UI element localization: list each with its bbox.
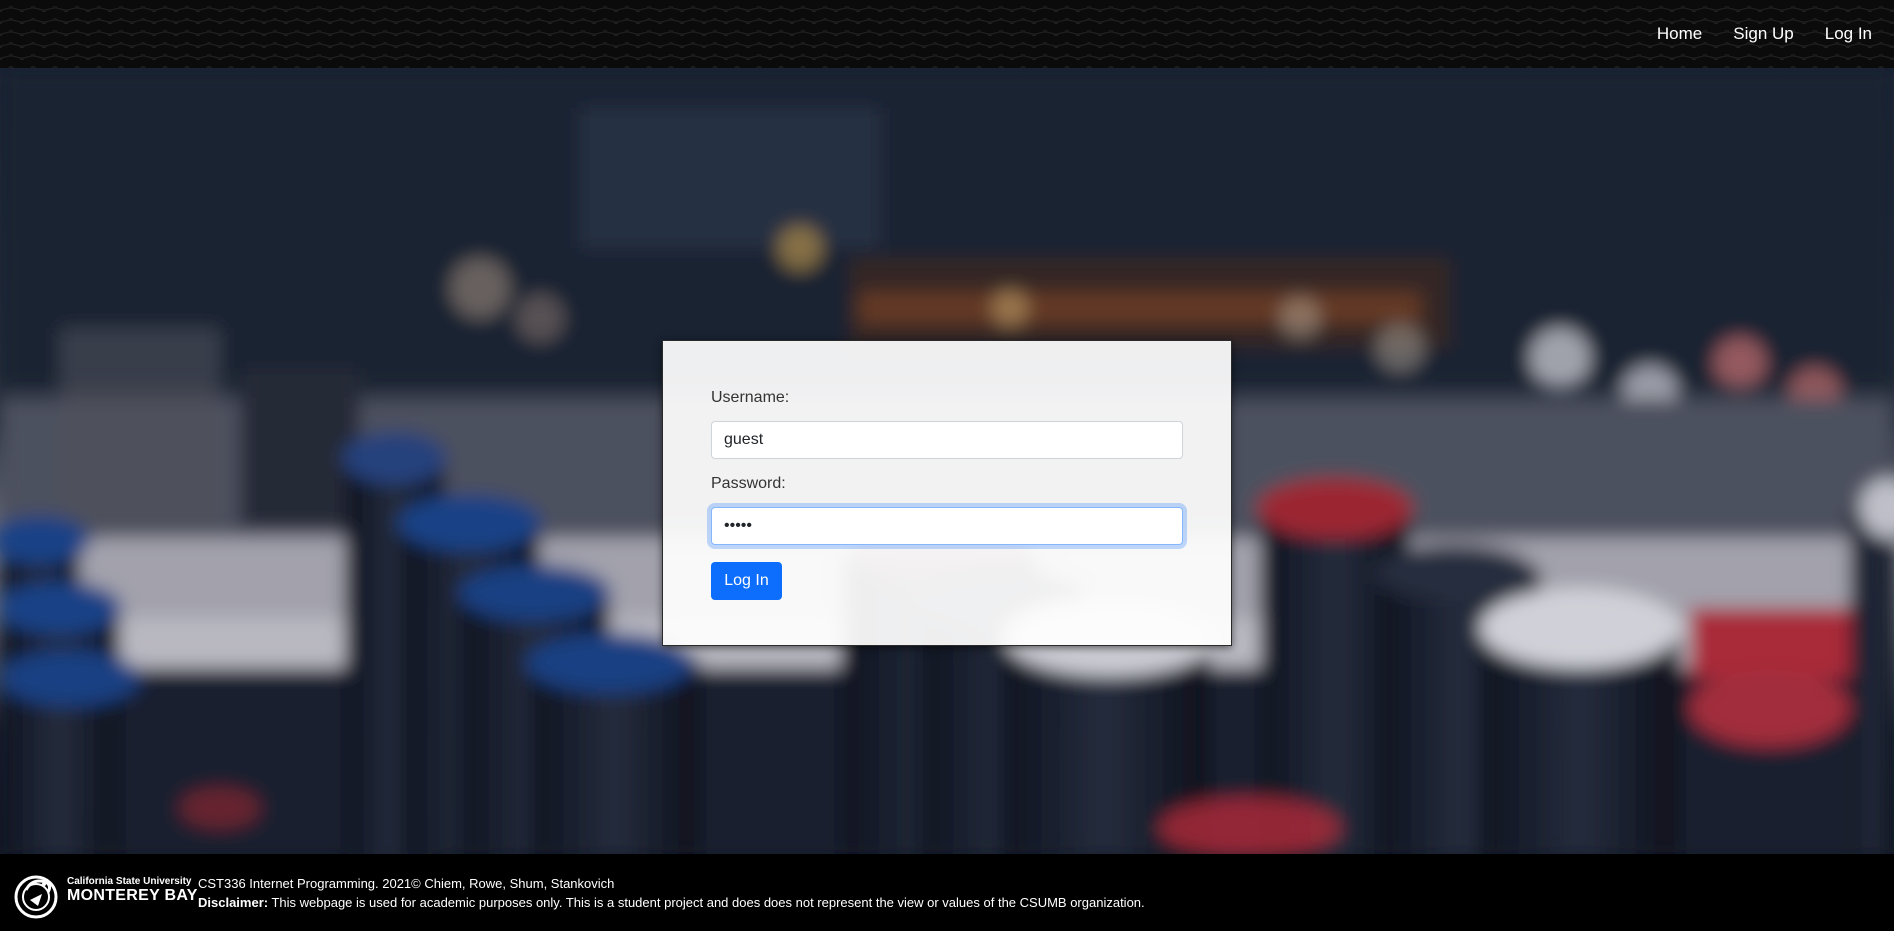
- username-input[interactable]: [711, 421, 1183, 459]
- username-label: Username:: [711, 389, 790, 406]
- login-submit-button[interactable]: Log In: [711, 562, 782, 600]
- footer-disclaimer: Disclaimer: This webpage is used for aca…: [198, 895, 1145, 910]
- password-input[interactable]: [711, 507, 1183, 545]
- nav-link-signup[interactable]: Sign Up: [1733, 24, 1793, 44]
- logo-campus-text: MONTEREY BAY: [67, 887, 198, 904]
- footer-course-credit: CST336 Internet Programming. 2021© Chiem…: [198, 876, 615, 891]
- login-card: Username: Password: Log In: [662, 340, 1232, 646]
- csumb-otter-logo-icon: [14, 875, 58, 919]
- main-nav: Home Sign Up Log In: [1626, 0, 1894, 68]
- logo-university-text: California State University: [67, 876, 192, 887]
- disclaimer-label: Disclaimer:: [198, 895, 269, 910]
- nav-link-home[interactable]: Home: [1657, 24, 1702, 44]
- site-header: Home Sign Up Log In: [0, 0, 1894, 68]
- nav-link-login[interactable]: Log In: [1825, 24, 1872, 44]
- site-footer: California State University MONTEREY BAY…: [0, 854, 1894, 931]
- disclaimer-text: This webpage is used for academic purpos…: [268, 895, 1145, 910]
- password-label: Password:: [711, 475, 786, 492]
- csumb-logo: California State University MONTEREY BAY: [12, 870, 197, 919]
